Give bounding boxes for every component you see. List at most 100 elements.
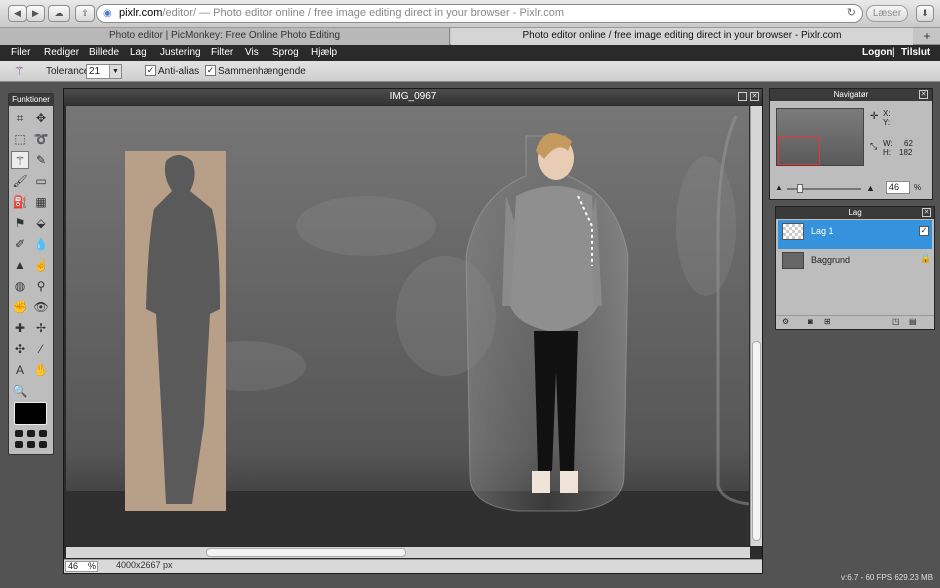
- menu-file[interactable]: Filer: [11, 45, 30, 61]
- navigator-panel: Navigatør ✕ ✛ X: Y: ⤡ W: 62 H: 182 ▲ ▲ 4…: [769, 88, 933, 200]
- signup-link[interactable]: Tilslut: [901, 45, 930, 61]
- tools-title: Funktioner: [9, 94, 53, 106]
- blur-icon[interactable]: 💧: [32, 235, 50, 253]
- navigator-viewport[interactable]: [778, 137, 820, 165]
- color-picker-icon[interactable]: ⁄: [32, 340, 50, 358]
- type-icon[interactable]: A: [11, 361, 29, 379]
- navigator-thumbnail[interactable]: [776, 108, 864, 166]
- zoom-slider-thumb[interactable]: [797, 184, 803, 193]
- brush-icon[interactable]: 🖌: [11, 172, 29, 190]
- nav-zoom-field[interactable]: 46: [886, 181, 910, 194]
- eraser-icon[interactable]: ▭: [32, 172, 50, 190]
- address-bar[interactable]: ◉ pixlr.com/editor/ — Photo editor onlin…: [96, 4, 863, 23]
- red-eye-icon[interactable]: 👁: [32, 298, 50, 316]
- reader-button[interactable]: Læser: [866, 5, 908, 22]
- crop-icon[interactable]: ⌗: [11, 109, 29, 127]
- nav-y-label: Y:: [883, 118, 891, 127]
- menu-adjustment[interactable]: Justering: [160, 45, 201, 61]
- url-host: pixlr.com: [119, 7, 163, 19]
- layer-thumbnail-photo: [782, 252, 804, 269]
- close-document-icon[interactable]: ✕: [750, 92, 759, 101]
- layer-name: Lag 1: [811, 226, 834, 236]
- menu-edit[interactable]: Rediger: [44, 45, 79, 61]
- delete-layer-icon[interactable]: ▤: [909, 317, 917, 326]
- layers-footer: ⚙ ◙ ⊞ ◳ ▤: [776, 315, 934, 329]
- reload-icon[interactable]: ↻: [847, 5, 856, 22]
- downloads-button[interactable]: ⬇: [916, 5, 934, 22]
- image-canvas[interactable]: [66, 106, 750, 546]
- zoom-out-icon[interactable]: ▲: [775, 183, 783, 192]
- layer-settings-icon[interactable]: ⚙: [782, 317, 789, 326]
- move-icon[interactable]: ✥: [32, 109, 50, 127]
- menu-layer[interactable]: Lag: [130, 45, 147, 61]
- share-button[interactable]: ⇪: [75, 5, 95, 22]
- drawing-icon[interactable]: ✐: [11, 235, 29, 253]
- horizontal-scrollbar[interactable]: [66, 547, 750, 558]
- spot-heal-icon[interactable]: ✚: [11, 319, 29, 337]
- layers-close-icon[interactable]: ✕: [922, 208, 931, 217]
- menu-help[interactable]: Hjælp: [311, 45, 337, 61]
- marquee-icon[interactable]: ⬚: [11, 130, 29, 148]
- menu-filter[interactable]: Filter: [211, 45, 233, 61]
- tolerance-field[interactable]: 21 ▼: [86, 64, 122, 79]
- resize-icon: ⤡: [870, 141, 878, 151]
- lasso-icon[interactable]: ➰: [32, 130, 50, 148]
- logon-link[interactable]: Logon: [862, 45, 893, 61]
- tab-pixlr[interactable]: Photo editor online / free image editing…: [451, 28, 913, 45]
- layer-row-background[interactable]: Baggrund 🔒: [778, 250, 932, 276]
- vertical-scrollbar[interactable]: [750, 106, 762, 546]
- navigator-title: Navigatør: [770, 89, 932, 101]
- icloud-button[interactable]: ☁: [48, 5, 70, 22]
- menu-image[interactable]: Billede: [89, 45, 119, 61]
- forward-button[interactable]: ▶: [26, 5, 45, 22]
- tab-bar: Photo editor | PicMonkey: Free Online Ph…: [0, 28, 940, 45]
- back-button[interactable]: ◀: [8, 5, 27, 22]
- layer-row-lag1[interactable]: Lag 1 ✓: [778, 220, 932, 249]
- nav-h-label: H:: [883, 148, 891, 157]
- contiguous-checkbox[interactable]: ✓: [205, 65, 216, 76]
- sharpen-icon[interactable]: ▲: [11, 256, 29, 274]
- tolerance-value: 21: [89, 66, 101, 77]
- layer-mask-icon[interactable]: ◙: [808, 317, 813, 326]
- layers-title: Lag: [776, 207, 934, 219]
- view-modes[interactable]: [15, 430, 47, 450]
- layer-name: Baggrund: [811, 255, 851, 265]
- hand-icon[interactable]: ✋: [32, 361, 50, 379]
- zoom-slider[interactable]: [787, 184, 861, 193]
- tab-picmonkey[interactable]: Photo editor | PicMonkey: Free Online Ph…: [0, 28, 450, 45]
- color-swatch[interactable]: [14, 402, 47, 425]
- layer-styles-icon[interactable]: ⊞: [824, 317, 831, 326]
- pinch-icon[interactable]: ✣: [11, 340, 29, 358]
- antialias-checkbox[interactable]: ✓: [145, 65, 156, 76]
- browser-toolbar: ◀ ▶ ☁ ⇪ ◉ pixlr.com/editor/ — Photo edit…: [0, 0, 940, 28]
- paint-bucket-icon[interactable]: ⛽: [11, 193, 29, 211]
- app-status: v:6.7 - 60 FPS 629.23 MB: [841, 573, 934, 582]
- zoom-icon[interactable]: 🔍: [11, 382, 29, 400]
- clone-stamp-icon[interactable]: ⚑: [11, 214, 29, 232]
- site-icon: ◉: [103, 8, 112, 19]
- navigator-close-icon[interactable]: ✕: [919, 90, 928, 99]
- horizontal-scroll-thumb[interactable]: [206, 548, 406, 557]
- vertical-scroll-thumb[interactable]: [752, 341, 761, 541]
- new-layer-icon[interactable]: ◳: [892, 317, 900, 326]
- zoom-field[interactable]: 46 %: [65, 561, 98, 572]
- tolerance-dropdown-icon[interactable]: ▼: [109, 65, 121, 78]
- burn-icon[interactable]: ✊: [11, 298, 29, 316]
- menu-view[interactable]: Vis: [245, 45, 259, 61]
- zoom-unit: %: [88, 561, 97, 571]
- document-title: IMG_0967: [64, 89, 762, 105]
- pencil-icon[interactable]: ✎: [32, 151, 50, 169]
- nav-zoom-unit: %: [914, 183, 922, 192]
- layer-visibility-checkbox[interactable]: ✓: [919, 226, 929, 236]
- bloat-icon[interactable]: ✢: [32, 319, 50, 337]
- smudge-icon[interactable]: ☝: [32, 256, 50, 274]
- color-replace-icon[interactable]: ⬙: [32, 214, 50, 232]
- menu-language[interactable]: Sprog: [272, 45, 299, 61]
- sponge-icon[interactable]: ◍: [11, 277, 29, 295]
- maximize-icon[interactable]: [738, 92, 747, 101]
- new-tab-button[interactable]: +: [914, 28, 940, 45]
- gradient-icon[interactable]: ▦: [32, 193, 50, 211]
- dodge-icon[interactable]: ⚲: [32, 277, 50, 295]
- zoom-in-icon[interactable]: ▲: [866, 183, 875, 193]
- magic-wand-icon[interactable]: ⚚: [11, 151, 29, 169]
